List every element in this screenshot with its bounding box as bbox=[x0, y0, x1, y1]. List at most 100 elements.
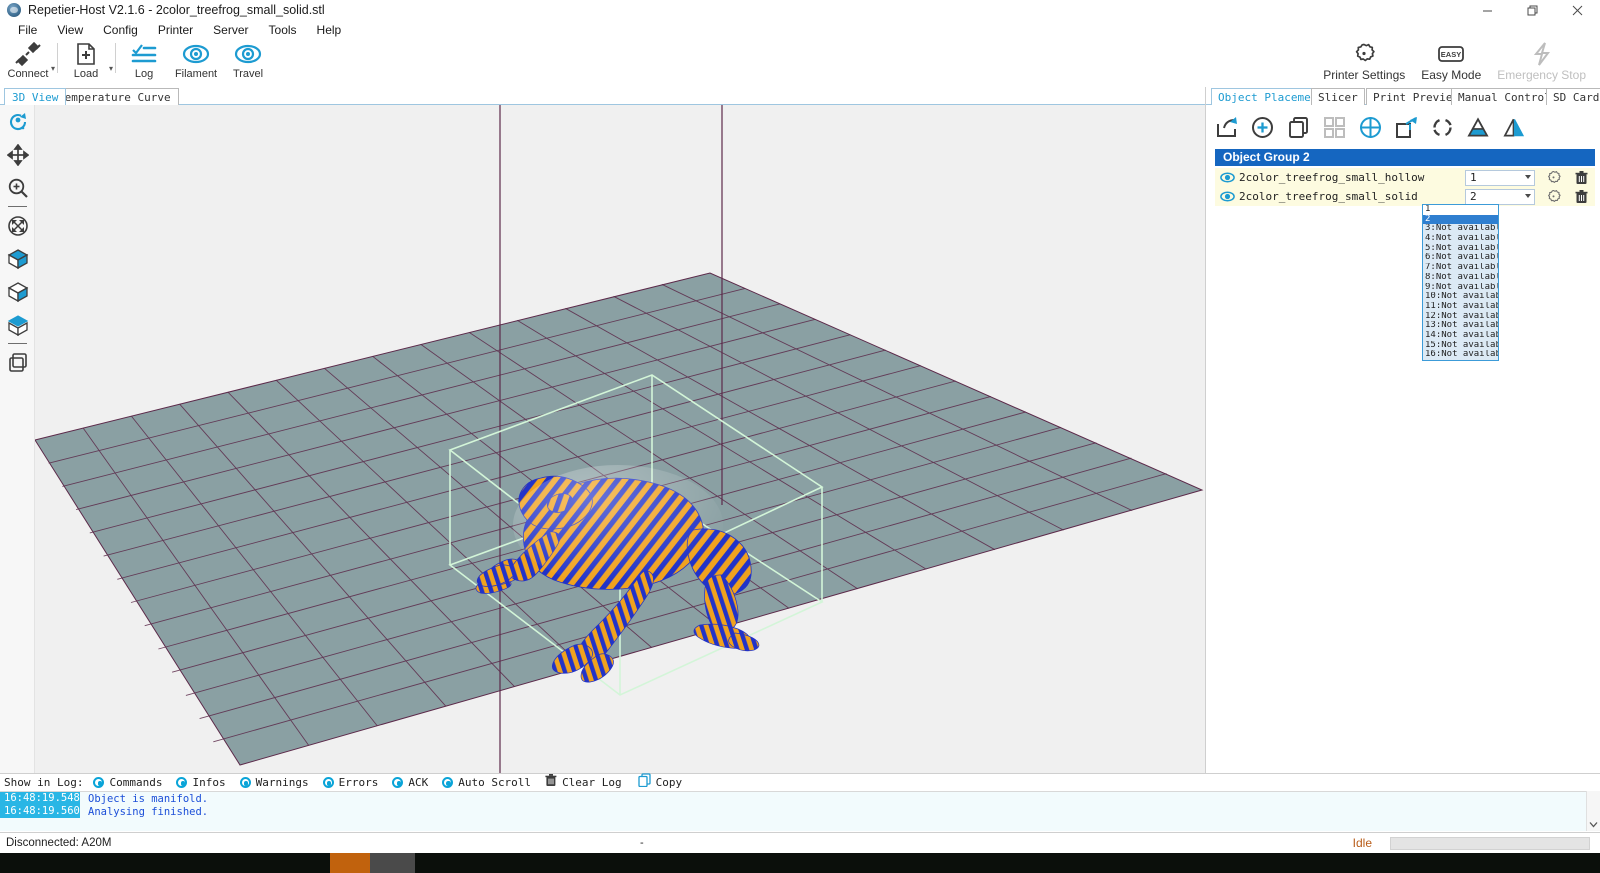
eye-icon[interactable] bbox=[1215, 191, 1239, 202]
dropdown-option[interactable]: 14:Not availabl bbox=[1423, 331, 1498, 341]
zoom-view-icon[interactable] bbox=[0, 171, 35, 204]
maximize-button[interactable] bbox=[1510, 0, 1555, 20]
connect-label: Connect bbox=[7, 68, 49, 80]
log-scrollbar[interactable] bbox=[1586, 791, 1600, 831]
dropdown-option[interactable]: 10:Not availabl bbox=[1423, 292, 1498, 302]
filament-button[interactable]: Filament bbox=[170, 39, 222, 80]
fit-to-screen-icon[interactable] bbox=[0, 209, 35, 242]
mirror-object-icon[interactable] bbox=[1502, 114, 1526, 140]
tab-manual-control[interactable]: Manual Control bbox=[1451, 88, 1558, 105]
checkbox-commands[interactable]: Commands bbox=[93, 776, 162, 789]
load-button[interactable]: Load bbox=[60, 39, 112, 80]
checkbox-auto-scroll[interactable]: Auto Scroll bbox=[442, 776, 531, 789]
view-layers-icon[interactable] bbox=[0, 346, 35, 379]
easy-mode-button[interactable]: EASY Easy Mode bbox=[1413, 39, 1489, 87]
dropdown-option[interactable]: 6:Not available bbox=[1423, 253, 1498, 263]
dropdown-option[interactable]: 1 bbox=[1423, 205, 1498, 215]
dropdown-option[interactable]: 9:Not available bbox=[1423, 283, 1498, 293]
object-delete-button[interactable] bbox=[1567, 189, 1595, 204]
close-button[interactable] bbox=[1555, 0, 1600, 20]
3d-scene: z x y bbox=[0, 105, 1205, 773]
copy-button[interactable]: Copy bbox=[638, 773, 683, 792]
extruder-select-hollow[interactable]: 1 bbox=[1465, 169, 1535, 186]
menu-view[interactable]: View bbox=[47, 22, 93, 38]
connect-dropdown-caret[interactable]: ▾ bbox=[51, 64, 55, 73]
menu-server[interactable]: Server bbox=[203, 22, 258, 38]
tab-3d-view[interactable]: 3D View bbox=[4, 88, 67, 105]
window-title: Repetier-Host V2.1.6 - 2color_treefrog_s… bbox=[28, 3, 325, 17]
connect-button[interactable]: Connect bbox=[2, 39, 54, 80]
dropdown-option[interactable]: 12:Not availabl bbox=[1423, 312, 1498, 322]
minimize-button[interactable] bbox=[1465, 0, 1510, 20]
dropdown-option[interactable]: 2 bbox=[1423, 214, 1498, 225]
tab-temperature-curve[interactable]: Temperature Curve bbox=[50, 88, 179, 105]
emergency-stop-button[interactable]: Emergency Stop bbox=[1489, 39, 1594, 87]
load-dropdown-caret[interactable]: ▾ bbox=[109, 64, 113, 73]
taskbar-item-2[interactable] bbox=[370, 853, 415, 873]
clear-log-button[interactable]: Clear Log bbox=[545, 773, 622, 792]
object-delete-button[interactable] bbox=[1567, 170, 1595, 185]
view-top-icon[interactable] bbox=[0, 308, 35, 341]
printer-state: Idle bbox=[1352, 836, 1372, 850]
menu-tools[interactable]: Tools bbox=[259, 22, 307, 38]
add-object-icon[interactable] bbox=[1250, 114, 1274, 140]
object-row-hollow[interactable]: 2color_treefrog_small_hollow 1 bbox=[1215, 168, 1595, 187]
menu-help[interactable]: Help bbox=[307, 22, 352, 38]
menu-printer[interactable]: Printer bbox=[148, 22, 203, 38]
dropdown-option[interactable]: 11:Not availabl bbox=[1423, 302, 1498, 312]
copy-object-icon[interactable] bbox=[1286, 114, 1310, 140]
rotate-view-icon[interactable] bbox=[0, 105, 35, 138]
chevron-down-icon bbox=[1525, 193, 1531, 198]
dropdown-option[interactable]: 16:Not availabl bbox=[1423, 350, 1498, 360]
checkbox-warnings[interactable]: Warnings bbox=[239, 776, 309, 789]
extruder-dropdown-list[interactable]: 123:Not available4:Not available5:Not av… bbox=[1422, 204, 1499, 361]
dropdown-option[interactable]: 15:Not availabl bbox=[1423, 341, 1498, 351]
tab-sd-card[interactable]: SD Card bbox=[1546, 88, 1600, 105]
dropdown-option[interactable]: 7:Not available bbox=[1423, 263, 1498, 273]
view-iso-icon[interactable] bbox=[0, 242, 35, 275]
dropdown-option[interactable]: 3:Not available bbox=[1423, 224, 1498, 234]
export-object-icon[interactable] bbox=[1214, 114, 1238, 140]
menu-config[interactable]: Config bbox=[93, 22, 148, 38]
object-group-header: Object Group 2 bbox=[1215, 149, 1595, 166]
taskbar-item-1[interactable] bbox=[330, 853, 370, 873]
checkbox-label: ACK bbox=[408, 776, 429, 789]
checkbox-errors[interactable]: Errors bbox=[322, 776, 378, 789]
main-toolbar: Connect ▾ Load ▾ Log Filament Travel Pri… bbox=[0, 39, 1600, 87]
eye-icon[interactable] bbox=[1215, 172, 1239, 183]
menu-file[interactable]: File bbox=[8, 22, 47, 38]
tab-slicer[interactable]: Slicer bbox=[1311, 88, 1365, 105]
scale-object-icon[interactable] bbox=[1394, 114, 1418, 140]
3d-viewport[interactable]: z x y bbox=[0, 105, 1205, 773]
status-bar: Disconnected: A20M - Idle bbox=[0, 832, 1600, 853]
center-object-icon[interactable] bbox=[1358, 114, 1382, 140]
move-view-icon[interactable] bbox=[0, 138, 35, 171]
view-front-icon[interactable] bbox=[0, 275, 35, 308]
checkbox-ack[interactable]: ACK bbox=[392, 776, 428, 789]
dropdown-option[interactable]: 5:Not available bbox=[1423, 244, 1498, 254]
rotate-object-icon[interactable] bbox=[1430, 114, 1454, 140]
drop-object-icon[interactable] bbox=[1466, 114, 1490, 140]
connect-plug-icon bbox=[14, 41, 42, 67]
dropdown-option[interactable]: 8:Not available bbox=[1423, 273, 1498, 283]
filament-label: Filament bbox=[174, 68, 218, 80]
object-settings-button[interactable] bbox=[1539, 170, 1567, 185]
extruder-value: 1 bbox=[1470, 171, 1477, 184]
chevron-down-icon bbox=[1525, 174, 1531, 179]
dropdown-option[interactable]: 4:Not available bbox=[1423, 234, 1498, 244]
autoposition-icon[interactable] bbox=[1322, 114, 1346, 140]
trash-icon bbox=[545, 773, 557, 792]
log-button[interactable]: Log bbox=[118, 39, 170, 80]
copy-label: Copy bbox=[655, 776, 683, 789]
printer-settings-button[interactable]: Printer Settings bbox=[1315, 39, 1413, 87]
log-control-bar: Show in Log: Commands Infos Warnings Err… bbox=[0, 773, 1600, 791]
travel-button[interactable]: Travel bbox=[222, 39, 274, 80]
travel-label: Travel bbox=[232, 68, 264, 80]
checkbox-infos[interactable]: Infos bbox=[176, 776, 226, 789]
log-line: 16:48:19.560 Analysing finished. bbox=[0, 805, 1600, 818]
extruder-select-solid[interactable]: 2 bbox=[1465, 188, 1535, 205]
object-settings-button[interactable] bbox=[1539, 189, 1567, 204]
object-row-solid[interactable]: 2color_treefrog_small_solid 2 bbox=[1215, 187, 1595, 206]
log-output-list[interactable]: 16:48:19.548 Object is manifold. 16:48:1… bbox=[0, 791, 1600, 831]
dropdown-option[interactable]: 13:Not availabl bbox=[1423, 321, 1498, 331]
